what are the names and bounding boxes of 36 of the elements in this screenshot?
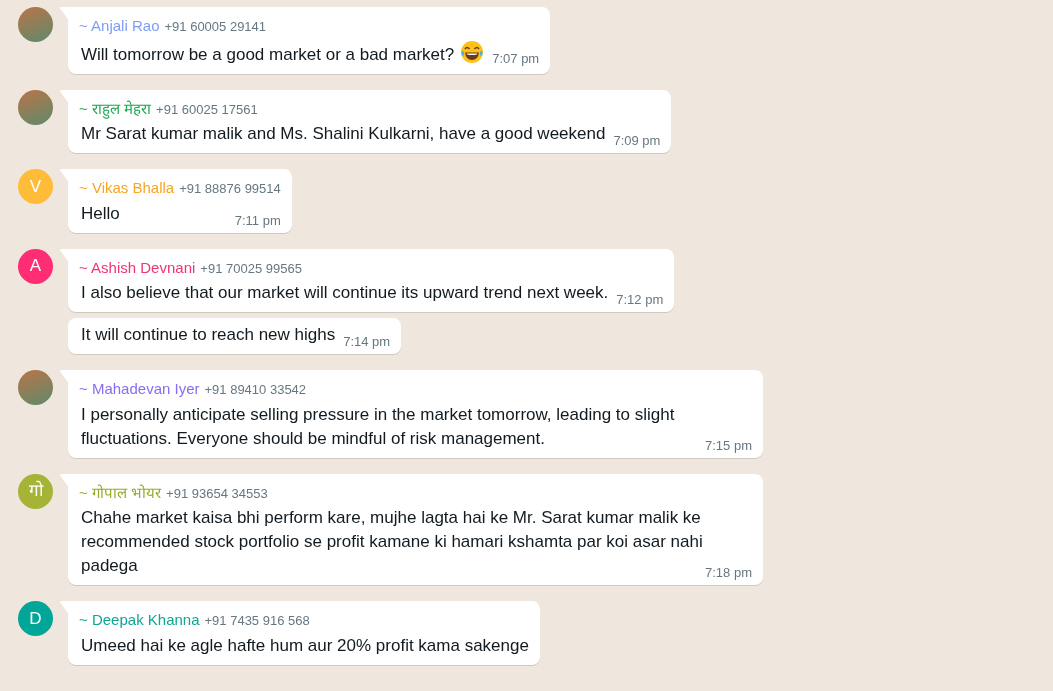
avatar-initial[interactable]: A [18, 248, 53, 284]
message-text: I also believe that our market will continue its upward trend next week. [81, 283, 609, 302]
message-time: 7:11 pm [234, 211, 281, 230]
sender-name[interactable]: ~ Vikas Bhalla [79, 177, 175, 200]
sender-name[interactable]: ~ राहुल मेहरा [79, 97, 152, 120]
sender-phone: +91 89410 33542 [204, 381, 307, 399]
sender-phone: +91 7435 916 568 [204, 612, 310, 630]
message-time: 7:15 pm [705, 436, 752, 455]
sender-name[interactable]: ~ Mahadevan Iyer [79, 378, 200, 401]
message-text: Mr Sarat kumar malik and Ms. Shalini Kulkarni, have a good weekend [81, 124, 606, 143]
avatar-initial[interactable]: गो [18, 473, 53, 509]
sender-name[interactable]: ~ Anjali Rao [79, 15, 160, 38]
avatar-initial[interactable]: D [18, 601, 53, 636]
avatar-photo-placeholder[interactable] [18, 370, 53, 405]
sender-phone: +91 70025 99565 [200, 259, 302, 278]
message-text: It will continue to reach new highs [81, 325, 336, 344]
message-text: Chahe market kaisa bhi perform kare, mujhe lagta hai ke Mr. Sarat kumar malik ke recommended stock portfolio se profit kamane ki hamari kshamta par koi asar nahi padega [81, 508, 703, 575]
message-text: Will tomorrow be a good market or a bad market? [81, 44, 455, 64]
message-time: 7:09 pm [613, 132, 661, 150]
avatar-photo-placeholder[interactable] [18, 89, 53, 125]
message-time: 7:18 pm [705, 564, 752, 582]
sender-name[interactable]: ~ गोपाल भोयर [79, 481, 162, 504]
sender-phone: +91 60025 17561 [156, 100, 258, 119]
sender-phone: +91 60005 29141 [164, 18, 267, 36]
message-time: 7:14 pm [343, 333, 391, 351]
avatar-photo-placeholder[interactable] [18, 7, 53, 42]
sender-name[interactable]: ~ Ashish Devnani [79, 256, 196, 279]
message-text: I personally anticipate selling pressure in the market tomorrow, leading to slight fluctuations. Everyone should be mindful of risk management. [81, 404, 675, 448]
sender-phone: +91 93654 34553 [166, 484, 268, 503]
message-time: 7:12 pm [616, 291, 664, 309]
message-text: Umeed hai ke agle hafte hum aur 20% profit kama sakenge [81, 635, 529, 655]
sender-phone: +91 88876 99514 [179, 180, 281, 198]
avatar-initial[interactable]: V [18, 169, 53, 204]
message-time: 7:07 pm [492, 49, 540, 68]
sender-name[interactable]: ~ Deepak Khanna [79, 609, 200, 632]
message-text: Hello [81, 203, 120, 223]
